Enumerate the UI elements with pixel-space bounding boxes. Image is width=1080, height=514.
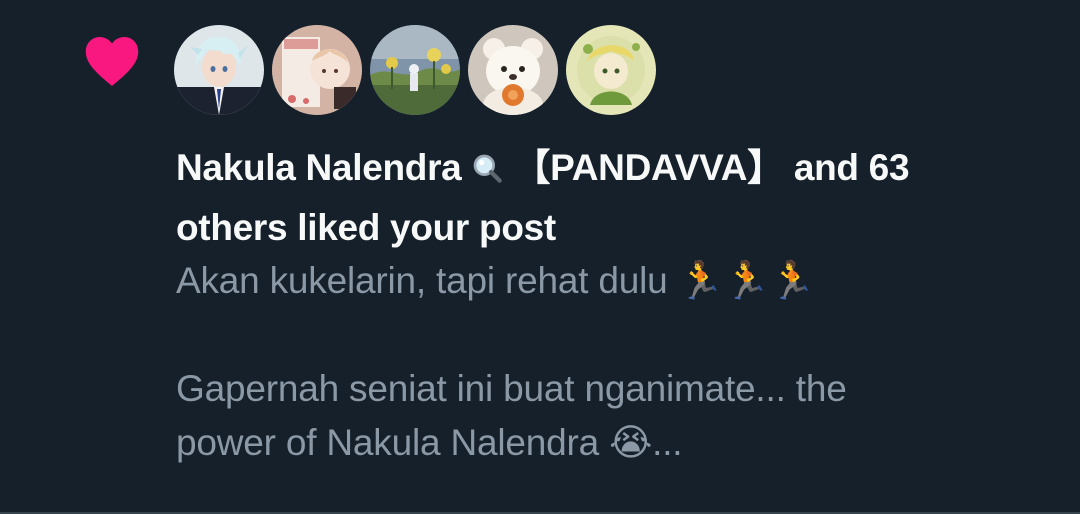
post-line-4-text: power of Nakula Nalendra (176, 422, 599, 463)
liker-name-link[interactable]: Nakula Nalendra (176, 147, 462, 188)
magnifying-glass-icon (471, 144, 503, 200)
like-notification[interactable]: Nakula Nalendra 【PANDAVVA】 and 63 others… (0, 0, 1080, 514)
avatar-anime-white-hair[interactable] (174, 25, 264, 115)
post-line-4: power of Nakula Nalendra 😭... (176, 416, 1056, 470)
post-blank-line (176, 308, 1056, 362)
heart-icon (82, 32, 142, 88)
post-line-1: Akan kukelarin, tapi rehat dulu 🏃🏃🏃 (176, 254, 1056, 308)
avatar-green-character[interactable] (566, 25, 656, 115)
notification-text: Nakula Nalendra 【PANDAVVA】 and 63 others… (176, 140, 1056, 256)
crying-face-emoji: 😭 (609, 422, 653, 463)
notification-suffix: others liked your post (176, 207, 556, 248)
avatar-flowers-field[interactable] (370, 25, 460, 115)
post-excerpt: Akan kukelarin, tapi rehat dulu 🏃🏃🏃 Gape… (176, 254, 1056, 470)
ellipsis: ... (652, 422, 683, 463)
others-count: and 63 (793, 147, 910, 188)
post-line-1-text: Akan kukelarin, tapi rehat dulu (176, 260, 668, 301)
avatar-happy-birthday[interactable] (272, 25, 362, 115)
post-line-3: Gapernah seniat ini buat nganimate... th… (176, 368, 847, 409)
running-person-emoji: 🏃🏃🏃 (677, 260, 816, 301)
liker-tag: 【PANDAVVA】 (513, 147, 784, 188)
avatar-teddy-bear[interactable] (468, 25, 558, 115)
